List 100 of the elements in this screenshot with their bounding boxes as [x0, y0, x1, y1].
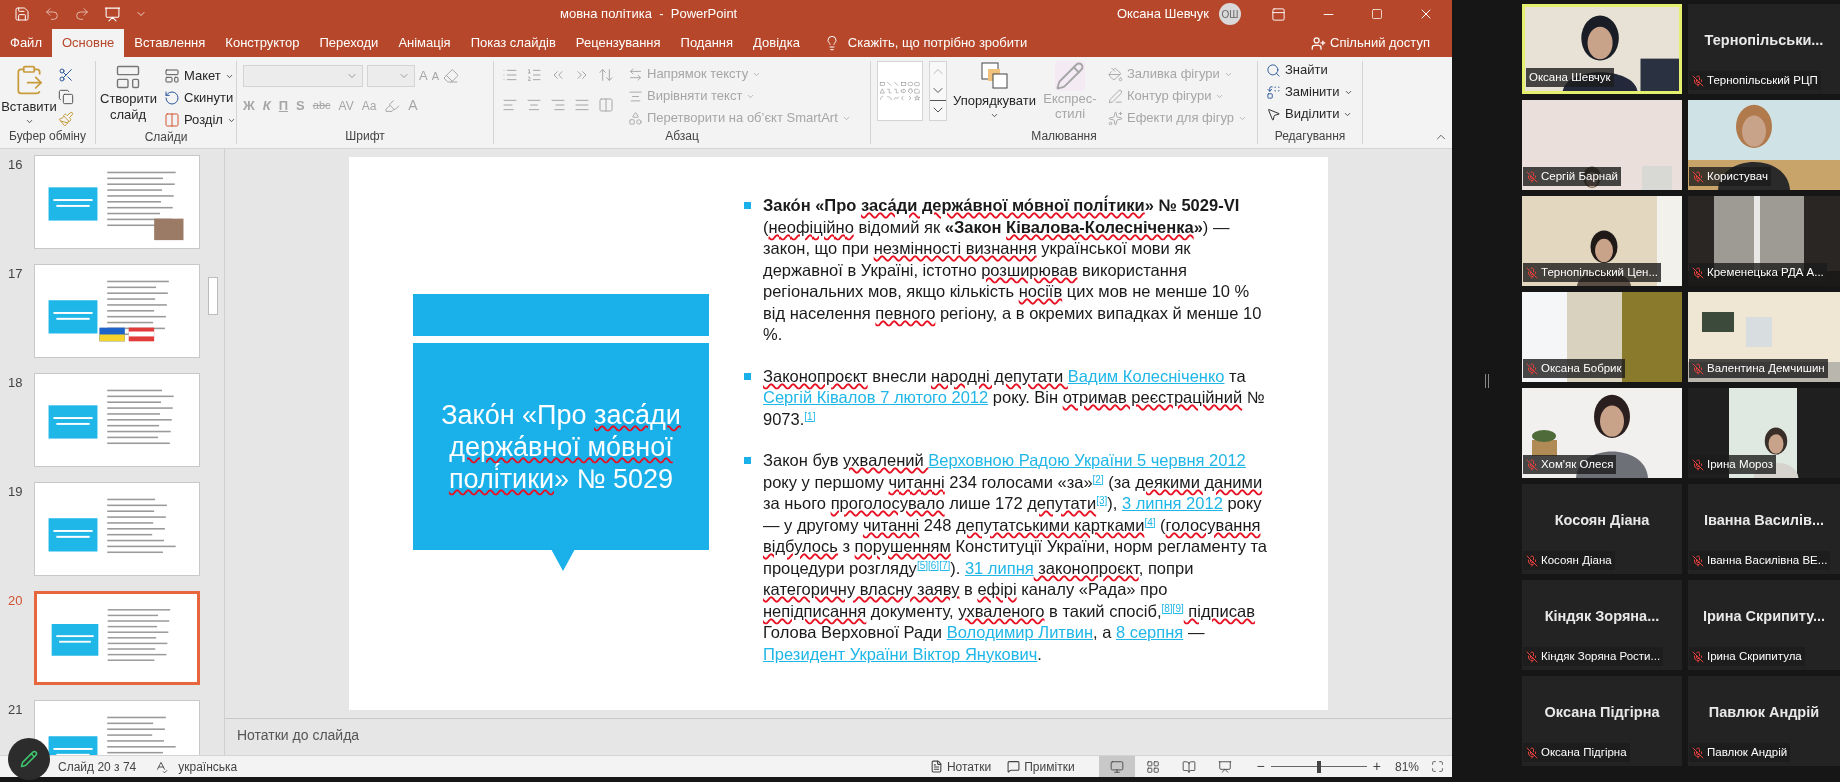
video-tile[interactable]: Хом'як Олеся — [1522, 388, 1682, 478]
align-right-icon[interactable] — [550, 97, 566, 113]
select-button[interactable]: Виділити — [1262, 103, 1358, 125]
participant-name: Оксана Підгірна — [1541, 744, 1627, 760]
ribbon-tab[interactable]: Довідка — [743, 29, 810, 57]
shapes-gallery[interactable] — [877, 61, 924, 121]
video-tile[interactable]: Кіндяк Зоряна... Кіндяк Зоряна Рости... — [1522, 580, 1682, 670]
muted-mic-icon — [1526, 362, 1538, 375]
video-tile[interactable]: Оксана Підгірна Оксана Підгірна — [1522, 676, 1682, 766]
ribbon-tab[interactable]: Основне — [51, 29, 125, 57]
font-name-field[interactable] — [243, 65, 363, 87]
section-button[interactable]: Розділ — [160, 109, 240, 131]
find-button[interactable]: Знайти — [1262, 59, 1358, 81]
slide-thumbnail[interactable] — [34, 155, 200, 249]
slide-thumbnail[interactable] — [34, 373, 200, 467]
video-tile[interactable]: Валентина Демчишин — [1688, 292, 1840, 382]
paintbrush-icon[interactable] — [58, 111, 74, 127]
splitter-handle[interactable] — [1485, 374, 1489, 388]
group-label: Буфер обміну — [8, 130, 87, 145]
share-button[interactable]: Спільний доступ — [1311, 29, 1452, 57]
zoom-level: 81% — [1394, 758, 1419, 776]
replace-icon — [1266, 84, 1281, 100]
notes-icon — [929, 760, 943, 773]
participant-title: Тернопільськи... — [1704, 31, 1824, 50]
paste-button[interactable]: Вставити — [4, 63, 54, 130]
video-tile[interactable]: Ірина Скрипиту... Ірина Скрипитула — [1688, 580, 1840, 670]
ribbon-tab[interactable]: Конструктор — [215, 29, 310, 57]
align-center-icon[interactable] — [526, 97, 542, 113]
arrange-button[interactable]: Упорядкувати — [953, 61, 1036, 130]
layout-button[interactable]: Макет — [160, 65, 240, 87]
ribbon-tab[interactable]: Показ слайдів — [460, 29, 566, 57]
align-left-icon[interactable] — [502, 97, 518, 113]
group-label: Шрифт — [344, 130, 386, 145]
reset-button[interactable]: Скинути — [160, 87, 240, 109]
ribbon-tab[interactable]: Анімація — [388, 29, 461, 57]
layout-icon — [164, 68, 180, 84]
participant-name: Павлюк Андрій — [1707, 744, 1788, 760]
video-tile[interactable]: Тернопільськи... Тернопільський РЦП — [1688, 4, 1840, 94]
arrange-icon — [979, 61, 1010, 91]
slide-number: 21 — [8, 701, 24, 719]
muted-mic-icon — [1692, 362, 1704, 375]
zoom-in-button[interactable]: + — [1372, 756, 1381, 777]
video-tile[interactable]: Кременецька РДА А... — [1688, 196, 1840, 286]
ribbon-tab[interactable]: Файл — [0, 29, 52, 57]
video-tile[interactable]: Сергій Барнай — [1522, 100, 1682, 190]
video-tile[interactable]: Оксана Бобрик — [1522, 292, 1682, 382]
zoom-slider[interactable] — [1270, 759, 1367, 774]
bullet-icon — [744, 457, 751, 464]
video-tile[interactable]: Тернопільський Цен... — [1522, 196, 1682, 286]
copy-icon[interactable] — [58, 89, 74, 105]
ribbon-display-icon[interactable] — [1271, 6, 1286, 22]
ribbon-tab[interactable]: Переходи — [309, 29, 389, 57]
language-label[interactable]: українська — [178, 757, 238, 776]
video-tile[interactable]: Іванна Василів... Іванна Василівна ВЕ... — [1688, 484, 1840, 574]
save-icon[interactable] — [14, 6, 30, 22]
comments-button[interactable]: Примітки — [1007, 757, 1075, 776]
muted-mic-icon — [1526, 170, 1538, 183]
slide-thumbnail[interactable] — [34, 482, 200, 576]
numbering-icon[interactable] — [526, 67, 542, 83]
tell-me-field[interactable]: Скажіть, що потрібно зробити — [847, 33, 1028, 53]
notes-button[interactable]: Нотатки — [929, 757, 992, 776]
eraser-icon[interactable] — [443, 68, 459, 84]
participant-name: Валентина Демчишин — [1707, 360, 1825, 376]
bullet-icon — [744, 202, 751, 209]
fit-icon[interactable] — [1431, 760, 1444, 773]
align-text-icon — [628, 88, 643, 104]
view-button[interactable] — [1098, 756, 1135, 777]
line-spacing-icon[interactable] — [598, 67, 614, 83]
presentation-icon[interactable] — [104, 5, 121, 23]
new-slide-button[interactable]: Створити слайд — [100, 63, 156, 131]
scissors-icon[interactable] — [58, 67, 74, 83]
zoom-out-button[interactable]: − — [1256, 756, 1265, 777]
columns-icon[interactable] — [598, 97, 614, 113]
ribbon-tab[interactable]: Вставлення — [124, 29, 216, 57]
video-tile[interactable]: Оксана Шевчук — [1522, 4, 1682, 94]
slide-thumbnail[interactable] — [34, 591, 200, 685]
spell-check-icon[interactable] — [154, 759, 169, 774]
video-tile[interactable]: Павлюк Андрій Павлюк Андрій — [1688, 676, 1840, 766]
justify-icon[interactable] — [574, 97, 590, 113]
redo-icon[interactable] — [74, 6, 90, 22]
video-tile[interactable]: Користувач — [1688, 100, 1840, 190]
font-size-field[interactable] — [367, 65, 415, 87]
restore-icon[interactable] — [1371, 8, 1383, 20]
ribbon-tab[interactable]: Рецензування — [565, 29, 671, 57]
comment-icon — [1007, 760, 1021, 773]
text-direction-icon — [628, 66, 643, 82]
participant-title: Косоян Діана — [1554, 511, 1650, 530]
video-tile[interactable]: Косоян Діана Косоян Діана — [1522, 484, 1682, 574]
pointer-icon — [1266, 106, 1281, 122]
bullet-icon — [744, 372, 751, 380]
muted-mic-icon — [1692, 74, 1704, 87]
muted-mic-icon — [1526, 650, 1538, 663]
group-label: Редагування — [1273, 130, 1347, 145]
highlighter-icon[interactable] — [384, 97, 401, 114]
undo-icon[interactable] — [44, 6, 60, 22]
bullets-icon[interactable] — [502, 67, 518, 83]
replace-button[interactable]: Замінити — [1262, 81, 1358, 103]
ribbon-tab[interactable]: Подання — [670, 29, 744, 57]
zoom-thumb[interactable] — [1316, 760, 1321, 773]
slide-thumbnail[interactable] — [34, 264, 200, 358]
